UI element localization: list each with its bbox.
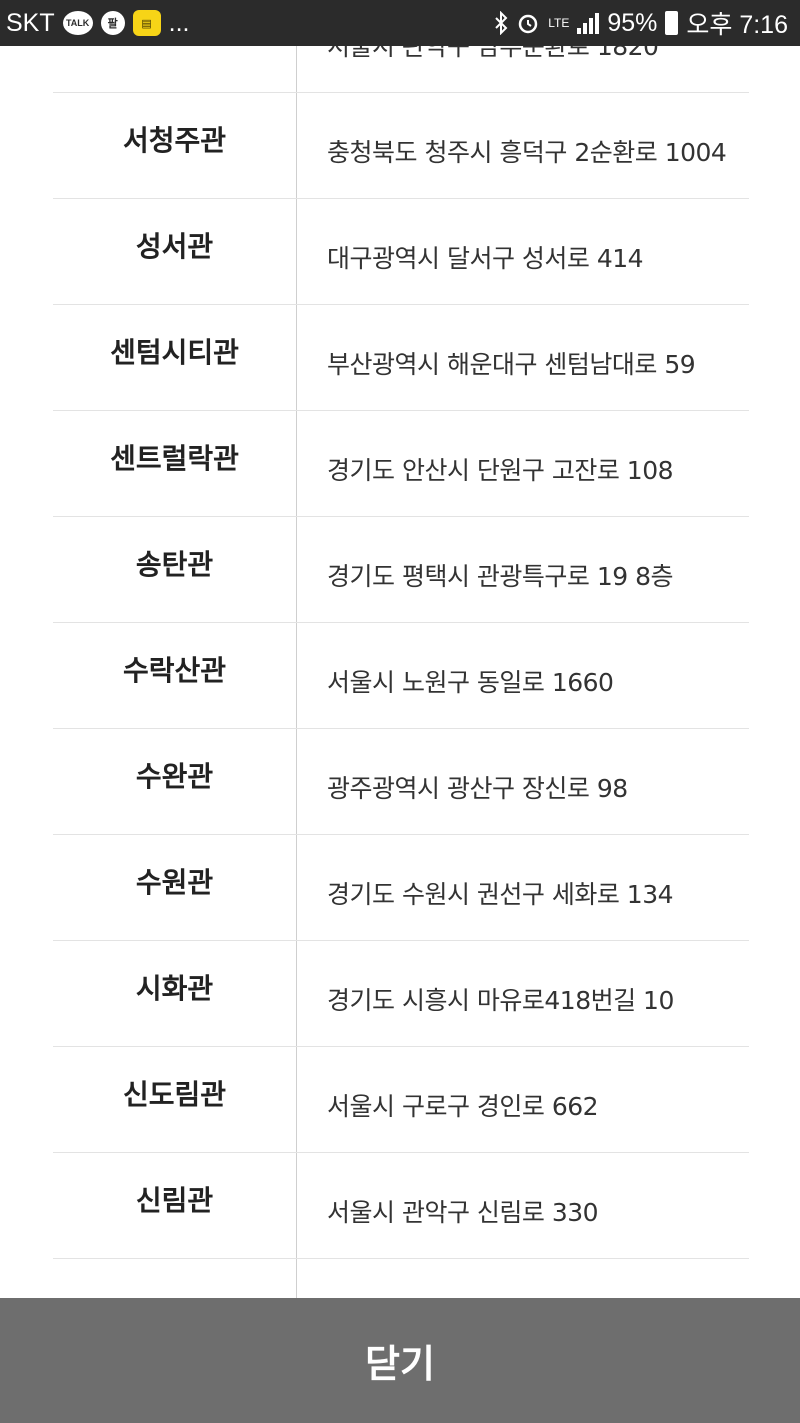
branch-address: 서울시 노원구 동일로 1660 (327, 668, 614, 697)
branch-name: 성서관 (135, 230, 214, 263)
table-row: 센트럴락관 경기도 안산시 단원구 고잔로 108 (53, 411, 749, 517)
branch-name: 시화관 (135, 972, 214, 1005)
table-row: 수원관 경기도 수원시 권선구 세화로 134 (53, 835, 749, 941)
network-type: LTE (548, 16, 570, 30)
close-button[interactable]: 닫기 (0, 1298, 800, 1423)
table-row: 신림관 서울시 관악구 신림로 330 (53, 1153, 749, 1259)
signal-icon (577, 12, 600, 34)
kakaotalk-icon: TALK (62, 11, 93, 35)
branch-name: 신림관 (135, 1184, 214, 1217)
status-bar-left: SKT TALK 팔 ▤ ... (6, 9, 189, 38)
status-bar: SKT TALK 팔 ▤ ... LTE 95% 오후 7:16 (0, 0, 800, 46)
table-row: 신도림관 서울시 구로구 경인로 662 (53, 1047, 749, 1153)
branch-address: 부산광역시 해운대구 센텀남대로 59 (327, 350, 696, 379)
branch-name: 수원관 (135, 866, 214, 899)
branch-name: 센트럴락관 (110, 442, 239, 475)
branch-address: 경기도 안산시 단원구 고잔로 108 (327, 456, 674, 485)
battery-icon (665, 11, 679, 35)
branch-address: 광주광역시 광산구 장신로 98 (327, 774, 628, 803)
clock: 오후 7:16 (686, 11, 788, 39)
branch-name: 신도림관 (122, 1078, 227, 1111)
table-row: 수락산관 서울시 노원구 동일로 1660 (53, 623, 749, 729)
branch-table: 서울시 관악구 남부순환로 1820 서청주관 충청북도 청주시 흥덕구 2순환… (0, 0, 800, 1300)
branch-address: 경기도 수원시 권선구 세화로 134 (327, 880, 674, 909)
alarm-icon (516, 11, 540, 35)
branch-address: 서울시 관악구 신림로 330 (327, 1198, 599, 1227)
more-notifications-indicator: ... (168, 8, 190, 37)
table-row: 수완관 광주광역시 광산구 장신로 98 (53, 729, 749, 835)
branch-name: 센텀시티관 (110, 336, 239, 369)
branch-address: 충청북도 청주시 흥덕구 2순환로 1004 (327, 138, 727, 167)
branch-address: 경기도 평택시 관광특구로 19 8층 (327, 562, 674, 591)
table-row: 서청주관 충청북도 청주시 흥덕구 2순환로 1004 (53, 93, 749, 199)
gear-icon: 팔 (100, 11, 125, 35)
branch-address: 경기도 시흥시 마유로418번길 10 (327, 986, 674, 1015)
status-bar-right: LTE 95% 오후 7:16 (494, 5, 788, 41)
table-row: 시화관 경기도 시흥시 마유로418번길 10 (53, 941, 749, 1047)
branch-address: 대구광역시 달서구 성서로 414 (327, 244, 644, 273)
table-row: 송탄관 경기도 평택시 관광특구로 19 8층 (53, 517, 749, 623)
branch-name: 수완관 (135, 760, 214, 793)
branch-name: 송탄관 (135, 548, 214, 581)
branch-address: 서울시 구로구 경인로 662 (327, 1092, 599, 1121)
table-row: 성서관 대구광역시 달서구 성서로 414 (53, 199, 749, 305)
branch-name: 수락산관 (122, 654, 227, 687)
bluetooth-icon (494, 11, 508, 35)
carrier-label: SKT (6, 8, 55, 37)
kakao-app-icon: ▤ (132, 10, 161, 36)
battery-percent: 95% (607, 8, 658, 37)
table-row: 센텀시티관 부산광역시 해운대구 센텀남대로 59 (53, 305, 749, 411)
branch-name: 서청주관 (122, 124, 227, 157)
